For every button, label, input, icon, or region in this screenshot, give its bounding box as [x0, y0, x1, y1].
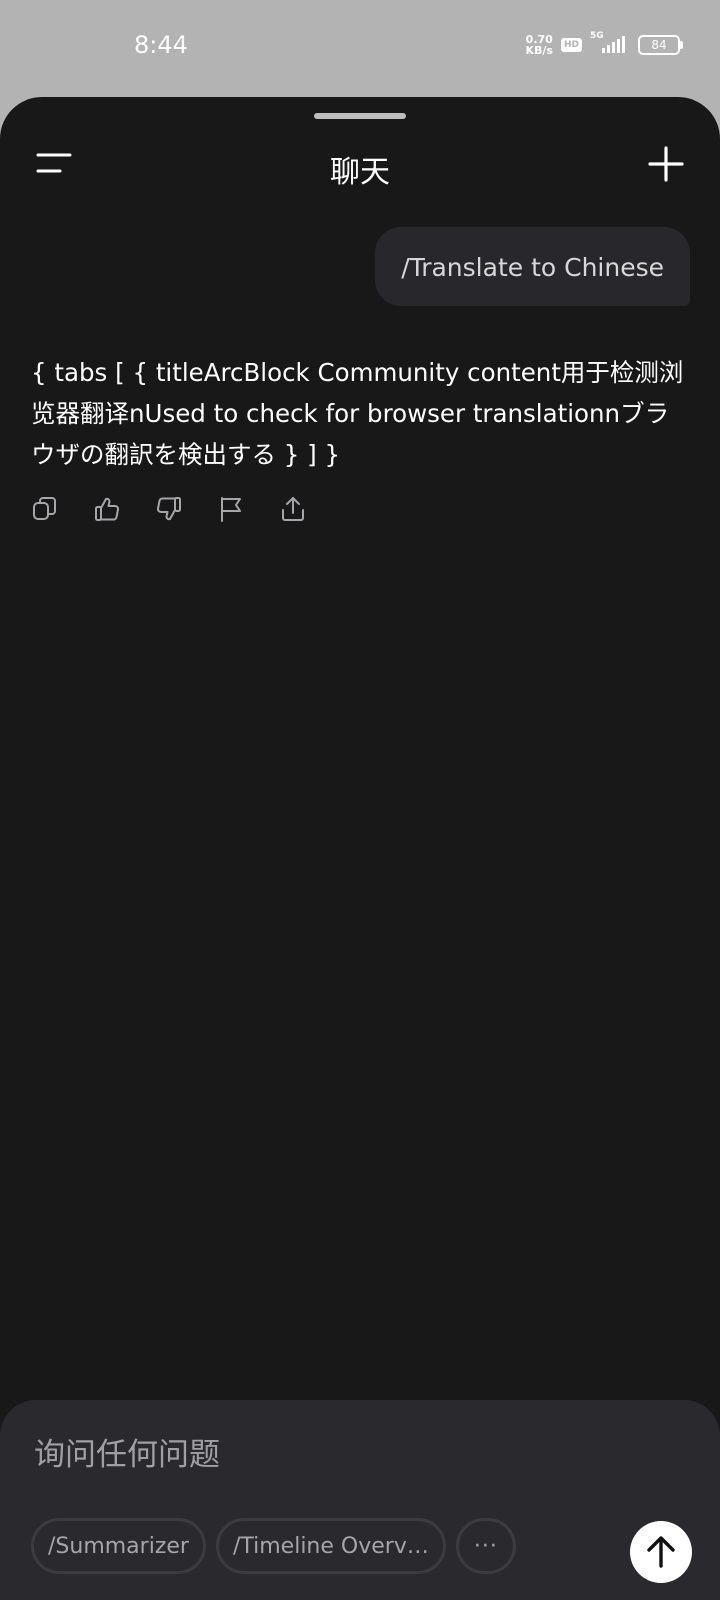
copy-button[interactable]	[31, 495, 59, 523]
composer: /Summarizer /Timeline Overv… ···	[0, 1400, 720, 1600]
arrow-up-icon	[647, 1536, 675, 1568]
plus-icon	[648, 146, 684, 182]
battery-level: 84	[651, 38, 667, 52]
status-time: 8:44	[134, 31, 188, 59]
page-title: 聊天	[330, 155, 390, 190]
network-speed: 0.70 KB/s	[526, 34, 553, 56]
share-button[interactable]	[279, 495, 307, 523]
chat-sheet: 聊天 /Translate to Chinese { tabs [ { titl…	[0, 97, 720, 1600]
assistant-message: { tabs [ { titleArcBlock Community conte…	[31, 358, 684, 469]
send-button[interactable]	[630, 1521, 692, 1583]
chip-timeline-overview[interactable]: /Timeline Overv…	[215, 1518, 446, 1574]
message-actions	[31, 495, 307, 523]
battery-icon: 84	[638, 35, 683, 55]
like-button[interactable]	[93, 495, 121, 523]
drag-handle[interactable]	[314, 113, 406, 119]
signal-icon: 5G	[590, 31, 630, 55]
report-button[interactable]	[217, 495, 245, 523]
flag-icon	[221, 497, 241, 522]
thumbs-down-icon	[157, 497, 181, 521]
new-chat-button[interactable]	[648, 146, 684, 182]
dislike-button[interactable]	[155, 495, 183, 523]
message-input[interactable]	[32, 1436, 676, 1474]
chip-summarizer[interactable]: /Summarizer	[31, 1518, 206, 1574]
network-type-label: 5G	[590, 31, 604, 41]
status-indicators: 0.70 KB/s HD 5G 84	[526, 31, 683, 56]
thumbs-up-icon	[95, 497, 119, 521]
share-icon	[282, 497, 304, 521]
prompt-chips: /Summarizer /Timeline Overv… ···	[31, 1518, 516, 1574]
hd-badge: HD	[560, 38, 582, 52]
network-speed-unit: KB/s	[525, 44, 553, 57]
status-bar: 8:44 0.70 KB/s HD 5G 84	[0, 0, 720, 96]
copy-icon	[33, 497, 56, 520]
user-message: /Translate to Chinese	[375, 227, 690, 306]
more-chips-button[interactable]: ···	[455, 1518, 516, 1574]
